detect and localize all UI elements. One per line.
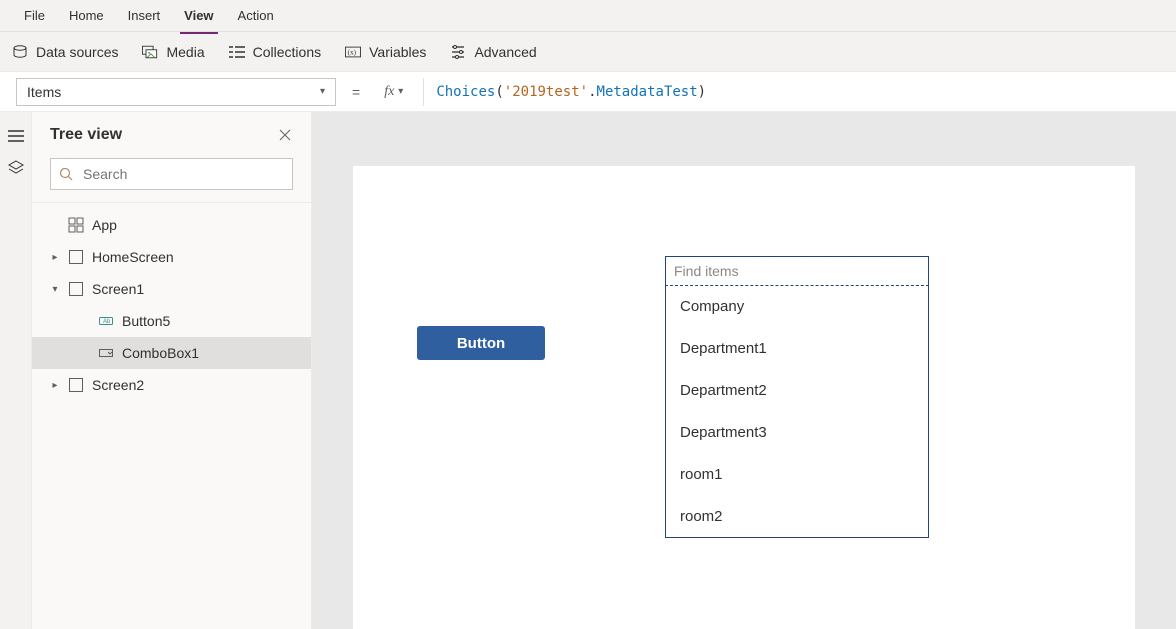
combobox-item[interactable]: Department3 (666, 411, 928, 453)
tree-view-panel: Tree view •App ▸ HomeScreen ▾ Screen1 Ab Butto… (32, 112, 312, 629)
variables-icon: (x) (345, 44, 361, 60)
formula-token-open: ( (495, 84, 503, 100)
hamburger-icon[interactable] (8, 128, 24, 144)
formula-input[interactable]: Choices('2019test'.MetadataTest) (423, 78, 1160, 106)
tool-advanced-label: Advanced (474, 44, 536, 60)
tree-search[interactable] (50, 158, 293, 190)
tree-view-header: Tree view (32, 112, 311, 154)
tool-collections[interactable]: Collections (229, 44, 321, 60)
tool-variables-label: Variables (369, 44, 426, 60)
close-icon[interactable] (277, 127, 293, 143)
combobox-popup: Find items CompanyDepartment1Department2… (665, 256, 929, 538)
formula-token-prop: MetadataTest (597, 84, 698, 100)
search-icon (59, 167, 73, 181)
menu-action[interactable]: Action (226, 4, 286, 27)
view-toolbar: Data sources Media Collections (x) Varia… (0, 32, 1176, 72)
equals-sign: = (348, 84, 364, 100)
combobox-search[interactable]: Find items (665, 256, 929, 286)
tree-item-combobox1[interactable]: ComboBox1 (32, 337, 311, 369)
tree-item-label: ComboBox1 (122, 345, 199, 361)
collections-icon (229, 44, 245, 60)
tree-list: •App ▸ HomeScreen ▾ Screen1 Ab Button5 ComboBox… (32, 203, 311, 629)
tree-item-app[interactable]: •App (32, 209, 311, 241)
formula-token-str: '2019test' (504, 84, 588, 100)
combobox-item[interactable]: Department2 (666, 369, 928, 411)
combobox-list: CompanyDepartment1Department2Department3… (666, 285, 928, 537)
tree-item-label: App (92, 217, 117, 233)
button-icon: Ab (98, 313, 114, 329)
media-icon (142, 44, 158, 60)
formula-token-dot: . (588, 84, 596, 100)
combobox-item[interactable]: room1 (666, 453, 928, 495)
formula-token-close: ) (698, 84, 706, 100)
tree-view-title: Tree view (50, 126, 122, 144)
body: Tree view •App ▸ HomeScreen ▾ Screen1 Ab Butto… (0, 112, 1176, 629)
svg-text:Ab: Ab (103, 319, 111, 325)
tool-collections-label: Collections (253, 44, 321, 60)
tool-media[interactable]: Media (142, 44, 204, 60)
svg-text:(x): (x) (348, 48, 357, 56)
tree-item-label: Screen2 (92, 377, 144, 393)
expander-icon[interactable]: ▸ (50, 252, 60, 263)
tree-item-screen1[interactable]: ▾ Screen1 (32, 273, 311, 305)
formula-bar: Items ▾ = fx ▾ Choices('2019test'.Metada… (0, 72, 1176, 112)
chevron-down-icon: ▾ (320, 86, 325, 97)
tool-data-sources-label: Data sources (36, 44, 118, 60)
property-selector-label: Items (27, 84, 61, 100)
menu-insert[interactable]: Insert (116, 4, 173, 27)
screen-icon (68, 249, 84, 265)
combobox-item[interactable]: Company (666, 285, 928, 327)
fx-button[interactable]: fx ▾ (376, 84, 411, 100)
menu-file[interactable]: File (12, 4, 57, 27)
menu-view[interactable]: View (172, 4, 225, 27)
expander-icon[interactable]: ▸ (50, 380, 60, 391)
tree-item-homescreen[interactable]: ▸ HomeScreen (32, 241, 311, 273)
advanced-icon (450, 44, 466, 60)
app-icon (68, 217, 84, 233)
tool-variables[interactable]: (x) Variables (345, 44, 426, 60)
layers-icon[interactable] (8, 160, 24, 176)
tree-item-label: Screen1 (92, 281, 144, 297)
menu-home[interactable]: Home (57, 4, 116, 27)
tool-media-label: Media (166, 44, 204, 60)
combobox-item[interactable]: room2 (666, 495, 928, 537)
screen-icon (68, 377, 84, 393)
property-selector[interactable]: Items ▾ (16, 78, 336, 106)
chevron-down-icon: ▾ (398, 86, 403, 97)
formula-token-fn: Choices (436, 84, 495, 100)
tree-item-screen2[interactable]: ▸ Screen2 (32, 369, 311, 401)
canvas-area: Button Find items CompanyDepartment1Depa… (312, 112, 1176, 629)
expander-icon[interactable]: ▾ (50, 284, 60, 295)
left-rail (0, 112, 32, 629)
button-control[interactable]: Button (417, 326, 545, 360)
tree-search-input[interactable] (81, 165, 284, 183)
fx-label: fx (384, 84, 394, 100)
screen-canvas[interactable]: Button Find items CompanyDepartment1Depa… (353, 166, 1135, 629)
menu-bar: File Home Insert View Action (0, 0, 1176, 32)
data-sources-icon (12, 44, 28, 60)
screen-icon (68, 281, 84, 297)
combobox-item[interactable]: Department1 (666, 327, 928, 369)
tree-item-label: Button5 (122, 313, 170, 329)
tool-advanced[interactable]: Advanced (450, 44, 536, 60)
tree-item-button5[interactable]: Ab Button5 (32, 305, 311, 337)
tree-item-label: HomeScreen (92, 249, 174, 265)
tool-data-sources[interactable]: Data sources (12, 44, 118, 60)
combobox-icon (98, 345, 114, 361)
